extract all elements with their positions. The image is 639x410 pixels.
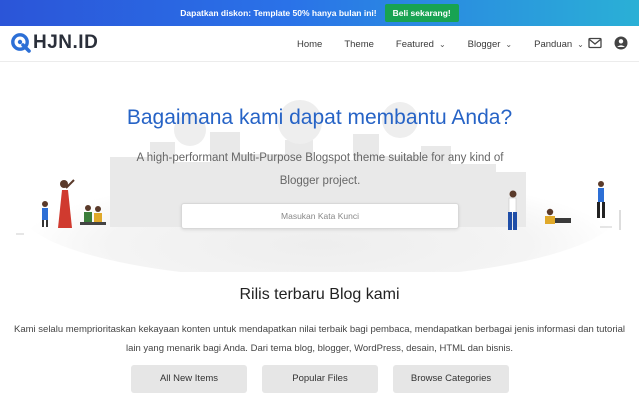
section-title: Rilis terbaru Blog kami: [239, 286, 400, 303]
nav-label: Featured: [395, 38, 434, 50]
popular-files-button[interactable]: Popular Files: [262, 365, 378, 393]
search-input[interactable]: Masukan Kata Kunci: [181, 203, 459, 229]
browse-categories-button[interactable]: Browse Categories: [393, 365, 509, 393]
nav-label: Blogger: [467, 38, 501, 50]
promo-bar: Dapatkan diskon: Template 50% hanya bula…: [0, 0, 639, 26]
hero-title: Bagaimana kami dapat membantu Anda?: [126, 106, 513, 129]
hero: Bagaimana kami dapat membantu Anda? A hi…: [0, 62, 639, 272]
chevron-down-icon: ⌄: [438, 39, 446, 49]
nav-label: Home: [297, 38, 323, 50]
main-nav: Home Theme Featured ⌄ Blogger ⌄ Panduan …: [297, 26, 584, 62]
nav-item-blogger[interactable]: Blogger ⌄: [468, 39, 512, 50]
nav-item-featured[interactable]: Featured ⌄: [396, 39, 446, 50]
mail-icon[interactable]: [587, 35, 603, 51]
nav-item-panduan[interactable]: Panduan ⌄: [534, 39, 584, 50]
nav-item-theme[interactable]: Theme: [344, 39, 374, 50]
nav-label: Theme: [344, 38, 374, 50]
all-new-items-button[interactable]: All New Items: [131, 365, 247, 393]
promo-text: Dapatkan diskon: Template 50% hanya bula…: [180, 8, 377, 18]
logo-text: HJN.ID: [33, 32, 99, 53]
hero-subtitle: A high-performant Multi-Purpose Blogspot…: [136, 152, 504, 187]
header: HJN.ID Home Theme Featured ⌄ Blogger ⌄ P…: [0, 26, 639, 62]
logo-mark-icon: [10, 32, 32, 54]
section-description: Kami selalu memprioritaskan kekayaan kon…: [14, 324, 625, 354]
nav-item-home[interactable]: Home: [297, 39, 322, 50]
logo[interactable]: HJN.ID: [10, 32, 98, 54]
chevron-down-icon: ⌄: [505, 39, 513, 49]
buy-now-button[interactable]: Beli sekarang!: [384, 4, 459, 22]
nav-label: Panduan: [534, 38, 573, 50]
account-icon[interactable]: [613, 35, 629, 51]
chevron-down-icon: ⌄: [577, 39, 584, 49]
